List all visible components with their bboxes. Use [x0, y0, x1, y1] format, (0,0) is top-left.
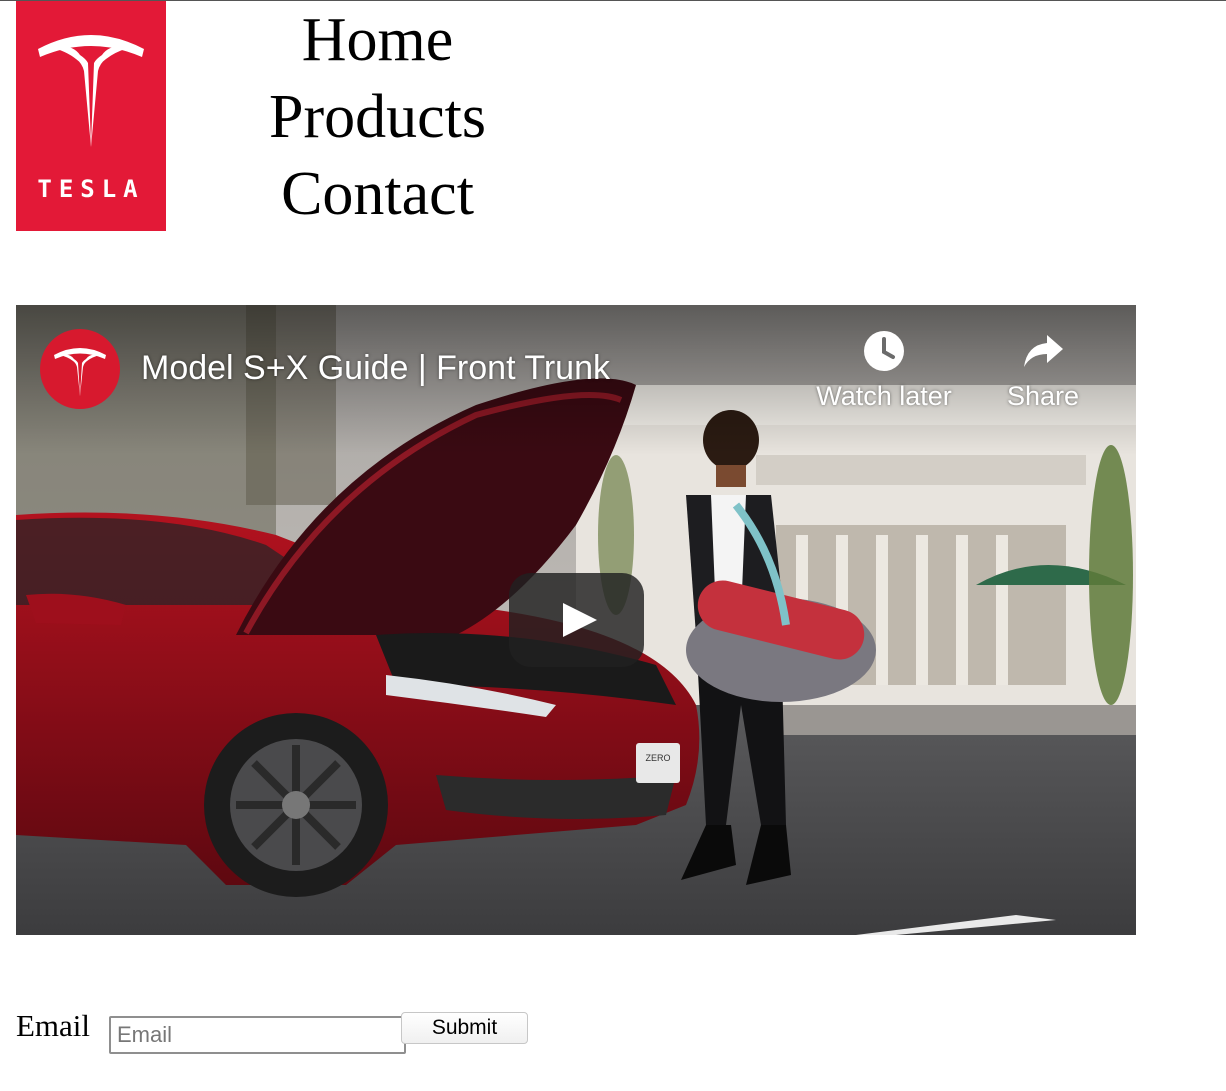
- nav-products-link[interactable]: Products: [230, 79, 525, 156]
- license-plate-text: ZERO: [645, 753, 670, 763]
- logo-wordmark: TESLA: [37, 175, 145, 203]
- email-label: Email: [16, 1008, 91, 1043]
- youtube-embed[interactable]: ZERO Model S+X Guide | Front Trunk Watch…: [16, 305, 1136, 935]
- tesla-logo[interactable]: TESLA: [16, 1, 166, 231]
- email-input[interactable]: [109, 1016, 406, 1054]
- nav-contact-link[interactable]: Contact: [230, 156, 525, 233]
- top-border: [0, 0, 1226, 1]
- main-nav: Home Products Contact: [230, 2, 525, 233]
- video-title[interactable]: Model S+X Guide | Front Trunk: [141, 349, 610, 388]
- play-button[interactable]: [509, 573, 644, 667]
- play-icon: [563, 603, 597, 637]
- nav-home-link[interactable]: Home: [230, 2, 525, 79]
- clock-icon: [864, 331, 904, 371]
- submit-button[interactable]: Submit: [401, 1012, 528, 1044]
- share-label: Share: [1006, 381, 1080, 411]
- watch-later-button[interactable]: Watch later: [809, 329, 959, 412]
- share-button[interactable]: Share: [968, 329, 1118, 412]
- tesla-channel-icon: [54, 348, 106, 396]
- share-arrow-icon: [1024, 335, 1063, 367]
- channel-avatar[interactable]: [40, 329, 120, 409]
- watch-later-label: Watch later: [816, 381, 952, 411]
